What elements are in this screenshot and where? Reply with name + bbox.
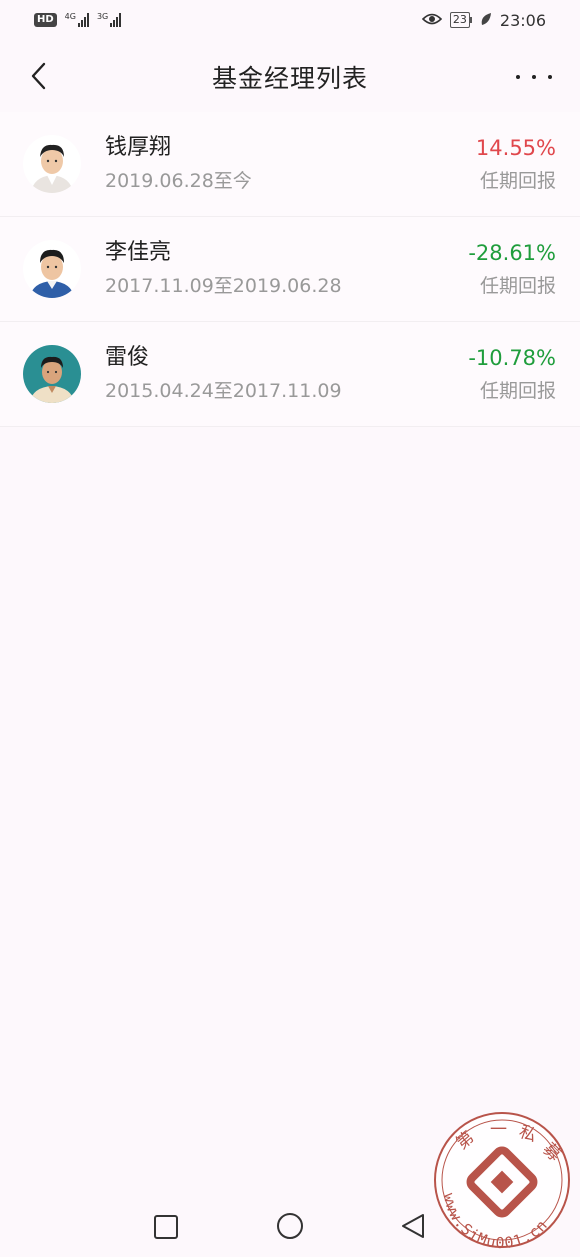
nav-bar: 基金经理列表 [0,40,580,114]
clock-time: 23:06 [499,10,546,30]
manager-list: 钱厚翔 2019.06.28至今 14.55% 任期回报 李佳亮 2017.11… [0,112,580,427]
more-button[interactable] [516,62,552,92]
tenure-return: -10.78% [468,346,556,370]
triangle-back-icon [402,1214,424,1238]
back-nav-button[interactable] [400,1212,426,1240]
avatar [23,240,81,298]
net-label-3g: 3G [96,12,109,21]
more-dot-icon [532,75,536,79]
page-title: 基金经理列表 [211,64,368,93]
tenure-period: 2017.11.09至2019.06.28 [105,275,342,297]
more-dot-icon [516,75,520,79]
status-bar: HD 4G 3G 23 23:06 [0,0,580,40]
tenure-return-label: 任期回报 [479,380,556,402]
manager-row[interactable]: 李佳亮 2017.11.09至2019.06.28 -28.61% 任期回报 [0,217,580,322]
watermark-char: 一 [490,1120,507,1140]
tenure-period: 2015.04.24至2017.11.09 [105,380,342,402]
circle-icon [277,1213,303,1239]
tenure-return: 14.55% [475,136,556,160]
hd-badge: HD [34,13,57,27]
system-nav-bar [0,1196,580,1257]
home-button[interactable] [276,1212,304,1240]
avatar [23,345,81,403]
more-dot-icon [548,75,552,79]
manager-row[interactable]: 雷俊 2015.04.24至2017.11.09 -10.78% 任期回报 [0,322,580,427]
manager-name: 钱厚翔 [105,135,172,160]
tenure-return-label: 任期回报 [479,275,556,297]
battery-icon: 23 [449,12,472,28]
manager-name: 李佳亮 [105,240,172,265]
avatar [23,135,81,193]
status-left: HD 4G 3G [34,12,122,27]
back-button[interactable] [26,58,56,94]
manager-name: 雷俊 [105,345,150,370]
eye-icon [421,11,443,30]
tenure-period: 2019.06.28至今 [105,170,252,192]
tenure-return: -28.61% [468,241,556,265]
battery-level: 23 [449,12,470,28]
chevron-left-icon [31,62,46,90]
status-right: 23 23:06 [421,10,546,30]
recents-button[interactable] [153,1214,179,1240]
tenure-return-label: 任期回报 [479,170,556,192]
net-label-4g: 4G [64,12,76,21]
manager-row[interactable]: 钱厚翔 2019.06.28至今 14.55% 任期回报 [0,112,580,217]
signal-4g-icon: 4G [65,13,89,27]
leaf-icon [480,11,492,30]
signal-3g-icon: 3G [96,12,122,27]
square-icon [154,1215,178,1239]
